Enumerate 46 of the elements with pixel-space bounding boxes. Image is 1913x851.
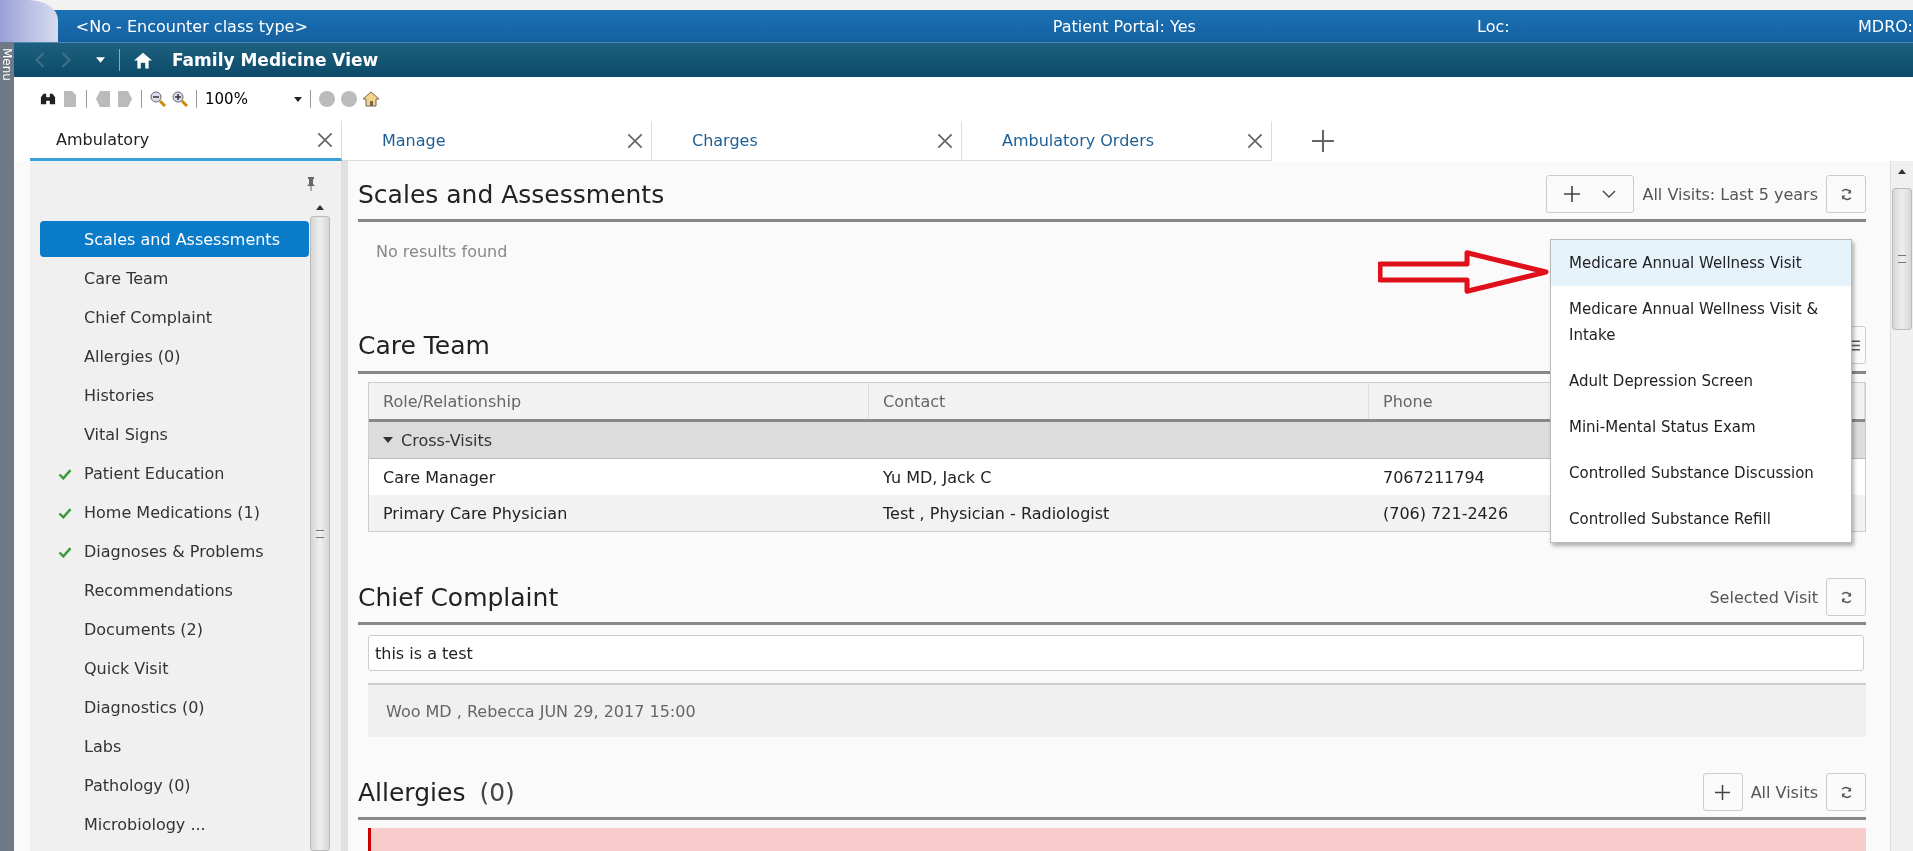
- sidebar-item[interactable]: Home Medications (1): [40, 494, 309, 530]
- zoom-level[interactable]: 100%: [205, 90, 248, 108]
- allergy-count: (0): [479, 777, 515, 807]
- sidebar-item[interactable]: Pathology (0): [40, 767, 309, 803]
- complaint-field[interactable]: this is a test: [368, 635, 1864, 671]
- table-cell: Yu MD, Jack C: [883, 467, 992, 487]
- sidebar-item[interactable]: Quick Visit: [40, 650, 309, 686]
- visit-filter[interactable]: All Visits: Last 5 years: [1642, 184, 1818, 204]
- visit-filter[interactable]: All Visits: [1750, 782, 1818, 802]
- table-cell: Primary Care Physician: [383, 503, 568, 523]
- encounter-type: <No - Encounter class type>: [75, 16, 309, 36]
- location-label: Loc:: [1477, 16, 1511, 36]
- patient-portal: Patient Portal: Yes: [1052, 16, 1197, 36]
- section-title: Scales and Assessments: [358, 179, 665, 209]
- menu-label: Menu: [0, 48, 14, 83]
- sidebar-item[interactable]: Vital Signs: [40, 416, 309, 452]
- section-title: Chief Complaint: [358, 582, 559, 612]
- visit-filter[interactable]: Selected Visit: [1709, 587, 1818, 607]
- sidebar-item[interactable]: Documents (2): [40, 611, 309, 647]
- sidebar-item[interactable]: Patient Education: [40, 455, 309, 491]
- section-title: Care Team: [358, 330, 490, 360]
- sidebar-item[interactable]: Microbiology ...: [40, 806, 309, 842]
- sidebar-item[interactable]: Labs: [40, 728, 309, 764]
- menu-item[interactable]: Adult Depression Screen: [1551, 358, 1851, 404]
- table-cell: Test , Physician - Radiologist: [883, 503, 1110, 523]
- sidebar-item[interactable]: Chief Complaint: [40, 299, 309, 335]
- sidebar-item[interactable]: Care Team: [40, 260, 309, 296]
- table-cell: Care Manager: [383, 467, 496, 487]
- sidebar-item[interactable]: Recommendations: [40, 572, 309, 608]
- sidebar-item[interactable]: Diagnoses & Problems: [40, 533, 309, 569]
- empty-message: No results found: [376, 242, 508, 261]
- menu-strip[interactable]: Menu: [0, 42, 14, 851]
- sidebar-item[interactable]: Histories: [40, 377, 309, 413]
- menu-item[interactable]: Medicare Annual Wellness Visit & Intake: [1551, 286, 1851, 358]
- sidebar-item[interactable]: Scales and Assessments: [40, 221, 309, 257]
- table-cell: 7067211794: [1383, 467, 1485, 487]
- menu-item[interactable]: Controlled Substance Refill: [1551, 496, 1851, 542]
- column-header[interactable]: Role/Relationship: [369, 383, 869, 419]
- table-cell: (706) 721-2426: [1383, 503, 1509, 523]
- column-header[interactable]: Contact: [869, 383, 1369, 419]
- sidebar-item[interactable]: Diagnostics (0): [40, 689, 309, 725]
- menu-item[interactable]: Medicare Annual Wellness Visit: [1551, 240, 1851, 286]
- section-title: Allergies: [358, 777, 466, 807]
- mdro-label: MDRO:: [1858, 16, 1913, 36]
- sidebar-item[interactable]: Allergies (0): [40, 338, 309, 374]
- view-title: Family Medicine View: [172, 50, 379, 70]
